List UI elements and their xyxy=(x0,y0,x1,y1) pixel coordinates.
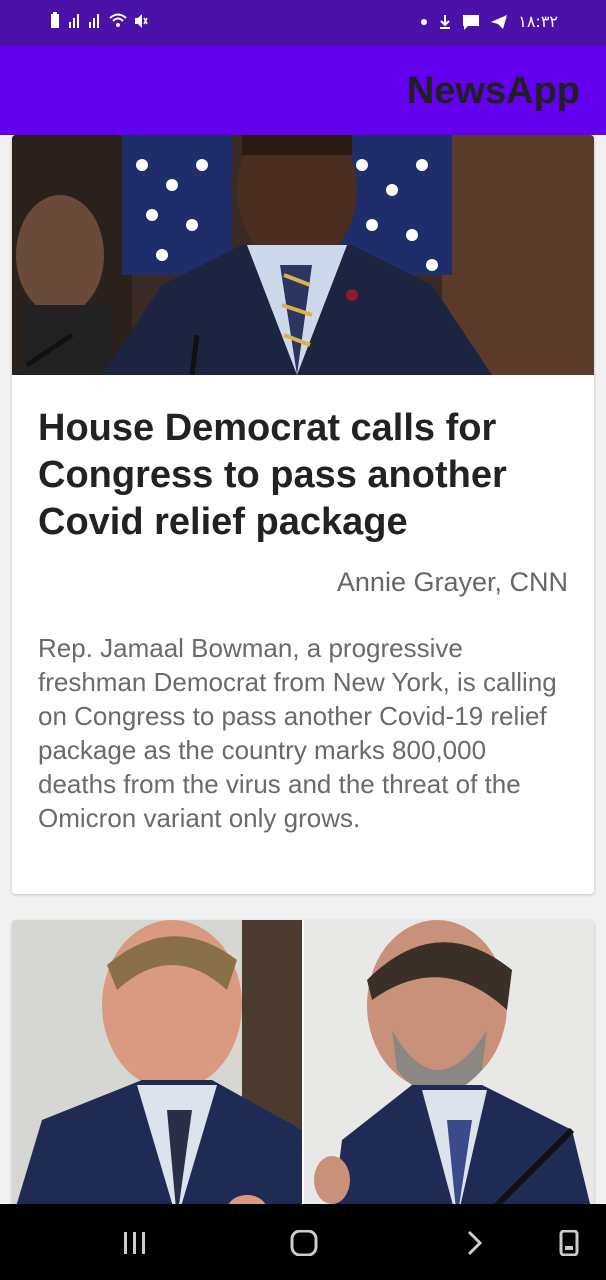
dot-icon xyxy=(421,18,428,25)
message-icon xyxy=(463,14,480,30)
home-icon[interactable] xyxy=(289,1230,319,1256)
app-title: NewsApp xyxy=(406,70,580,112)
article-title[interactable]: House Democrat calls for Congress to pas… xyxy=(38,405,558,546)
status-left-icons xyxy=(48,12,148,30)
battery-icon xyxy=(51,12,59,28)
article-card[interactable]: House Democrat calls for Congress to pas… xyxy=(12,135,594,894)
app-bar: NewsApp xyxy=(0,46,606,135)
recent-apps-icon[interactable] xyxy=(120,1230,150,1256)
article-author: Annie Grayer, CNN xyxy=(336,567,568,597)
article-image xyxy=(12,135,594,375)
signal-icon xyxy=(69,14,79,28)
telegram-icon xyxy=(491,14,508,29)
wifi-icon xyxy=(109,13,127,27)
status-bar: ١٨:٣٢ xyxy=(0,0,606,46)
article-description: Rep. Jamaal Bowman, a progressive freshm… xyxy=(38,633,557,833)
clock: ١٨:٣٢ xyxy=(518,12,558,31)
article-card[interactable] xyxy=(12,920,594,1204)
news-feed[interactable]: House Democrat calls for Congress to pas… xyxy=(0,135,606,1204)
back-icon[interactable] xyxy=(460,1230,490,1256)
mute-icon xyxy=(135,14,148,28)
article-image xyxy=(12,920,594,1204)
navigation-bar xyxy=(0,1204,606,1280)
status-right-icons: ١٨:٣٢ xyxy=(420,12,558,31)
download-icon xyxy=(440,14,451,29)
signal-icon xyxy=(89,14,99,28)
screenshot-icon[interactable] xyxy=(555,1230,585,1256)
